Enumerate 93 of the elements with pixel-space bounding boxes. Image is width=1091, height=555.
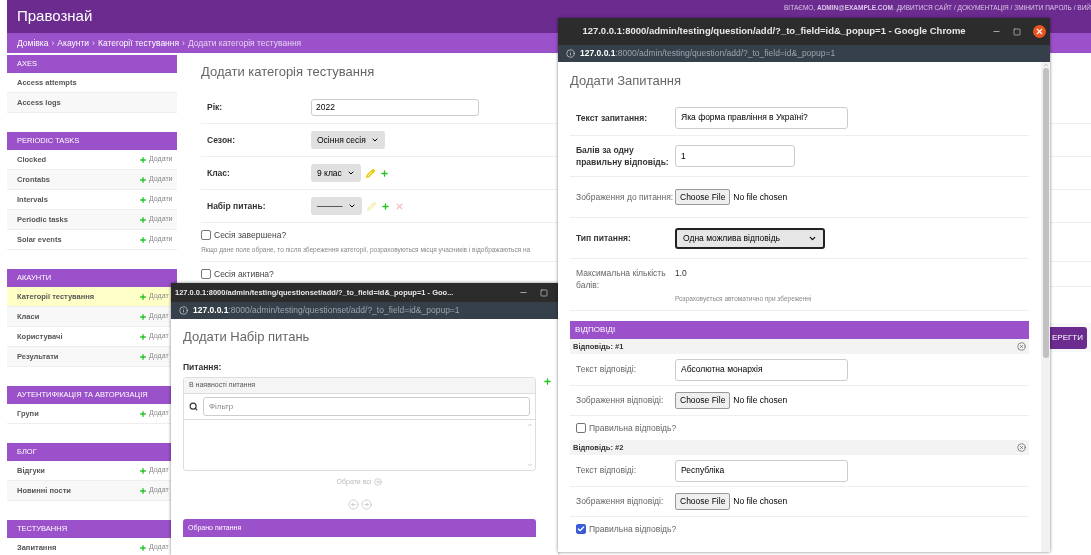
plus-icon — [139, 155, 147, 164]
info-icon — [179, 306, 188, 315]
breadcrumb-separator: › — [92, 36, 95, 50]
close-button[interactable] — [1033, 25, 1046, 38]
remove-icon[interactable] — [347, 498, 359, 510]
plus-icon[interactable] — [543, 377, 552, 386]
scroll-down-icon[interactable] — [527, 462, 533, 468]
address-bar[interactable]: 127.0.0.1:8000/admin/testing/questionset/add/?_to_field=id&_popup=1 — [171, 302, 558, 319]
field-label: Зображення відповіді: — [575, 495, 665, 508]
plus-icon — [139, 195, 147, 204]
chevron-down-icon — [346, 169, 355, 177]
chevron-down-icon — [347, 202, 356, 210]
plus-icon — [139, 409, 147, 418]
breadcrumb-separator: › — [51, 36, 55, 50]
pencil-icon[interactable] — [365, 168, 375, 178]
section-header: ВІДПОВІДІ — [570, 321, 1029, 339]
field-label: Текст відповіді: — [575, 363, 638, 376]
field-label: Текст запитання: — [575, 111, 649, 124]
breadcrumb-link[interactable]: Акаунти — [57, 36, 90, 50]
field-label: Текст відповіді: — [575, 464, 638, 477]
field-label: Питання: — [183, 361, 222, 374]
breadcrumb-separator: › — [182, 36, 185, 50]
plus-icon — [139, 352, 147, 361]
breadcrumb-link[interactable]: Домівка — [17, 36, 49, 50]
year-field[interactable]: 2022 — [311, 98, 479, 116]
checkbox[interactable] — [576, 423, 586, 433]
scrollbar[interactable] — [1041, 62, 1050, 552]
maximize-icon[interactable] — [540, 288, 548, 297]
plus-icon — [139, 543, 147, 552]
address-text: 127.0.0.1:8000/admin/testing/question/add/?_to_field=id&_popup=1 — [580, 47, 836, 60]
file-status: No file chosen — [733, 394, 788, 407]
breadcrumb-current: Додати категорія тестування — [187, 36, 302, 50]
plus-icon[interactable] — [379, 168, 389, 178]
field-label: Сезон: — [206, 133, 237, 147]
checkbox-label: Правильна відповідь? — [589, 522, 677, 536]
plus-icon[interactable] — [380, 201, 390, 211]
checkbox[interactable] — [201, 268, 211, 279]
plus-icon — [139, 312, 147, 321]
maximize-icon[interactable] — [1013, 27, 1021, 36]
field-label: Клас: — [206, 166, 231, 180]
breadcrumb-link[interactable]: Категорії тестування — [97, 36, 180, 50]
delete-icon[interactable] — [1017, 342, 1026, 351]
plus-icon — [139, 175, 147, 184]
checkbox-label: Сесія активна? — [214, 267, 274, 281]
site-title[interactable]: Правознай — [17, 5, 93, 28]
field-label: Зображення відповіді: — [575, 394, 665, 407]
search-icon — [189, 402, 198, 411]
page-heading: Додати Запитання — [570, 72, 682, 91]
field-label: Максимальна кількість балів: — [575, 267, 667, 291]
close-icon — [1035, 27, 1044, 36]
select-field[interactable]: Одна можлива відповідь — [675, 227, 825, 249]
page-heading: Додати категорія тестування — [201, 63, 375, 82]
file-status: No file chosen — [733, 190, 788, 204]
chevron-down-icon — [370, 136, 379, 144]
scroll-up-icon[interactable] — [1042, 62, 1049, 68]
checkbox[interactable] — [576, 524, 586, 534]
address-text: 127.0.0.1:8000/admin/testing/questionset/add/?_to_field=id&_popup=1 — [193, 304, 460, 317]
window-title: 127.0.0.1:8000/admin/testing/question/add/?_to_field=id&_popup=1 - Google Chrome — [581, 24, 967, 39]
address-bar[interactable]: 127.0.0.1:8000/admin/testing/question/add/?_to_field=id&_popup=1 — [558, 45, 1050, 62]
plus-icon — [139, 332, 147, 341]
text-field[interactable]: Республіка — [675, 459, 848, 482]
select-field[interactable]: 9 клас — [311, 164, 361, 182]
info-icon — [566, 49, 575, 58]
plus-icon — [139, 292, 147, 301]
readonly-value: 1.0 — [675, 267, 688, 280]
number-field[interactable]: 1 — [675, 145, 795, 167]
plus-icon — [139, 235, 147, 244]
select-field[interactable]: ——— — [311, 197, 362, 215]
save-button[interactable]: ЕРЕГТИ — [1048, 326, 1087, 349]
filter-field[interactable]: Фільтр — [203, 397, 530, 416]
choose-file-button[interactable]: Choose File — [675, 392, 731, 409]
file-status: No file chosen — [733, 495, 788, 508]
delete-icon[interactable] — [1017, 443, 1026, 452]
choose-file-button[interactable]: Choose File — [675, 493, 731, 510]
scroll-up-icon[interactable] — [527, 422, 533, 428]
add-icon[interactable] — [360, 498, 372, 510]
plus-icon — [139, 215, 147, 224]
select-field[interactable]: Осіння сесія — [311, 131, 385, 149]
text-field[interactable]: Абсолютна монархія — [675, 358, 848, 381]
choose-file-button[interactable]: Choose File — [675, 188, 731, 206]
page-heading: Додати Набір питань — [183, 328, 310, 347]
arrow-right-icon — [374, 478, 383, 486]
field-label: Тип питання: — [575, 232, 632, 244]
plus-icon — [139, 466, 147, 475]
text-field[interactable]: Яка форма правління в Україні? — [675, 106, 848, 129]
field-label: Балів за одну правильну відповідь: — [575, 144, 670, 168]
field-label: Зображення до питання: — [575, 191, 675, 203]
plus-icon — [139, 486, 147, 495]
checkbox-label: Сесія завершена? — [214, 229, 287, 242]
checkbox-label: Правильна відповідь? — [589, 421, 677, 435]
field-label: Рік: — [206, 100, 224, 114]
field-label: Набір питань: — [206, 199, 267, 213]
checkbox[interactable] — [201, 230, 211, 241]
